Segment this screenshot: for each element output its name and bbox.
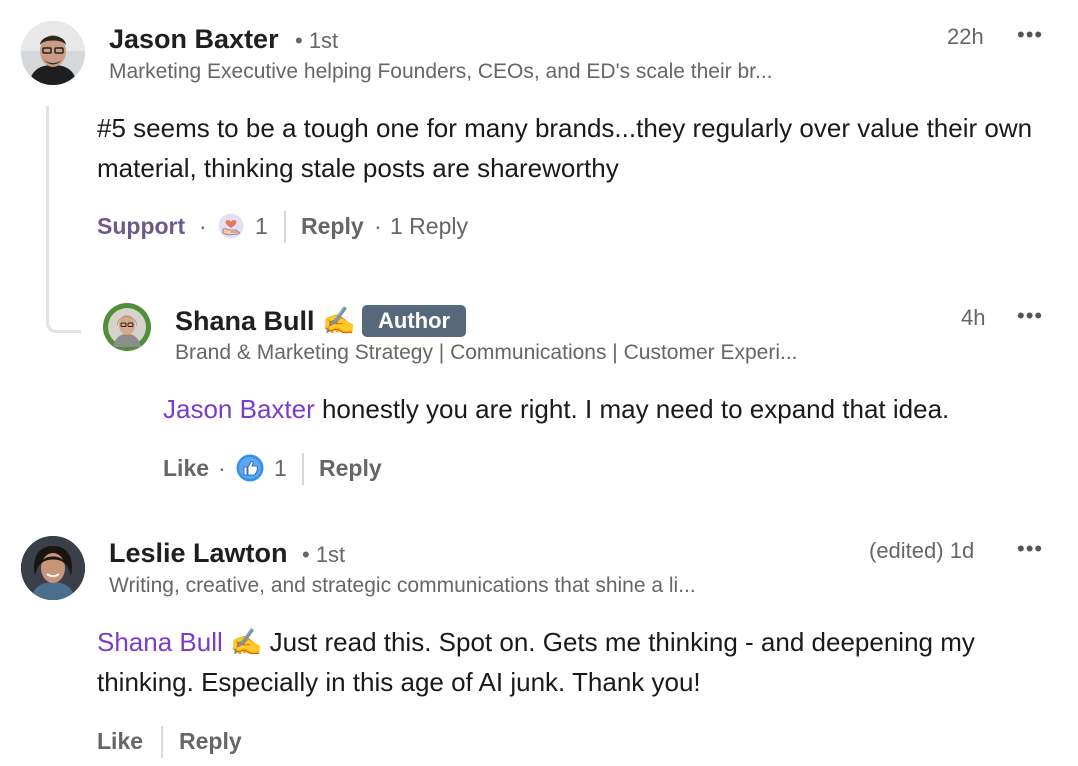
reaction-count[interactable]: 1 xyxy=(274,455,287,482)
more-options-icon[interactable]: ••• xyxy=(1017,536,1043,562)
reply-button[interactable]: Reply xyxy=(301,213,364,240)
action-divider xyxy=(284,211,286,243)
support-reaction-button[interactable]: Support xyxy=(97,213,185,240)
separator-dot: · xyxy=(374,213,382,239)
reply-timestamp: 4h xyxy=(961,305,986,330)
connection-degree: • 1st xyxy=(302,542,346,567)
replies-count-link[interactable]: 1 Reply xyxy=(390,213,468,240)
action-divider xyxy=(302,453,304,485)
action-divider xyxy=(161,726,163,758)
avatar-jason-baxter[interactable] xyxy=(21,21,85,85)
comment-text: #5 seems to be a tough one for many bran… xyxy=(97,113,1033,183)
commenter-headline: Marketing Executive helping Founders, CE… xyxy=(109,60,773,83)
commenter-name[interactable]: Jason Baxter xyxy=(109,24,279,55)
avatar-photo-icon xyxy=(21,536,85,600)
reaction-count[interactable]: 1 xyxy=(255,213,268,240)
avatar-shana-bull[interactable] xyxy=(103,303,151,351)
separator-dot: · xyxy=(199,213,207,239)
reply-text: Jason Baxter honestly you are right. I m… xyxy=(163,389,1063,429)
reply-button[interactable]: Reply xyxy=(319,455,382,482)
comment-text: Shana Bull ✍️ Just read this. Spot on. G… xyxy=(97,622,1042,702)
commenter-headline: Writing, creative, and strategic communi… xyxy=(109,574,696,597)
avatar-photo-icon xyxy=(21,21,85,85)
avatar-leslie-lawton[interactable] xyxy=(21,536,85,600)
mention-link[interactable]: Shana Bull ✍️ xyxy=(97,627,262,657)
separator-dot: · xyxy=(218,455,226,481)
more-options-icon[interactable]: ••• xyxy=(1017,22,1043,48)
like-button[interactable]: Like xyxy=(163,455,209,482)
reply-author-name[interactable]: Shana Bull ✍️ xyxy=(175,305,356,337)
reply-author-headline: Brand & Marketing Strategy | Communicati… xyxy=(175,341,798,364)
thread-connector-line xyxy=(46,106,81,333)
more-options-icon[interactable]: ••• xyxy=(1017,303,1043,329)
comment-timestamp: 22h xyxy=(947,24,984,49)
connection-degree: • 1st xyxy=(295,28,339,53)
reply-button[interactable]: Reply xyxy=(179,728,242,755)
avatar-photo-icon xyxy=(103,303,151,351)
support-reaction-icon[interactable] xyxy=(218,213,244,239)
mention-link[interactable]: Jason Baxter xyxy=(163,394,315,424)
comment-timestamp: (edited) 1d xyxy=(869,538,975,563)
like-reaction-icon[interactable] xyxy=(236,454,264,482)
like-button[interactable]: Like xyxy=(97,728,143,755)
reply-body: honestly you are right. I may need to ex… xyxy=(314,394,950,424)
author-badge: Author xyxy=(362,305,467,337)
commenter-name[interactable]: Leslie Lawton xyxy=(109,538,288,569)
